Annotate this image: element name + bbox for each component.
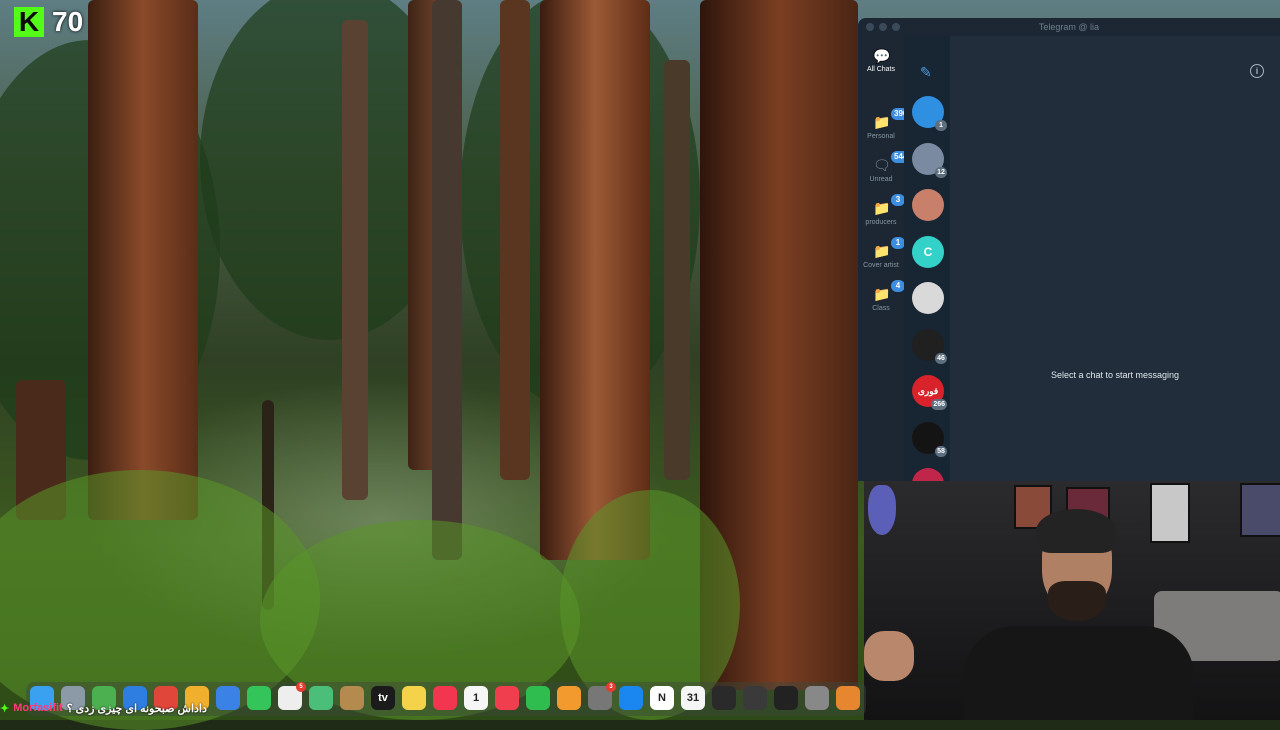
news-icon[interactable] xyxy=(495,686,519,710)
unity-icon[interactable] xyxy=(774,686,798,710)
dock-badge: 3 xyxy=(606,682,616,692)
logic-icon[interactable] xyxy=(712,686,736,710)
folder-label: All Chats xyxy=(866,66,895,73)
folder-label: Unread xyxy=(869,176,893,183)
chat-avatar[interactable]: 46 xyxy=(912,328,947,364)
folder-class[interactable]: 📁 4 Class xyxy=(858,280,905,312)
empty-chat-message: Select a chat to start messaging xyxy=(1050,370,1180,380)
mail-icon[interactable] xyxy=(216,686,240,710)
dock-icon-label: tv xyxy=(378,692,388,704)
dock-icon-label: 1 xyxy=(472,692,480,704)
chat-avatar[interactable]: C xyxy=(912,235,944,268)
folder-sidebar: 💬 All Chats 📁 396 Personal 🗨 544 Unread 📁 3… xyxy=(858,36,911,481)
viewer-count: 70 xyxy=(52,6,84,37)
chat-avatar-initial: فوری xyxy=(917,385,939,396)
dock-icon-label: N xyxy=(658,692,666,704)
info-icon[interactable]: i xyxy=(1250,64,1264,78)
chat-unread-badge: 46 xyxy=(935,352,947,364)
telegram-window: Telegram @ lia 💬 All Chats 📁 396 Personal… xyxy=(858,18,1280,481)
chat-avatar[interactable]: 1 xyxy=(912,96,947,131)
folder-icon: 📁 4 xyxy=(873,280,905,301)
folder-unread-badge: 3 xyxy=(891,194,905,206)
person-beanie xyxy=(1036,509,1116,553)
tree-trunk xyxy=(540,0,650,560)
chat-avatar[interactable] xyxy=(912,189,944,221)
chat-message: داداش صبحونه ای چیزی زدی ؟ xyxy=(66,702,207,715)
folder-personal[interactable]: 📁 396 Personal xyxy=(858,108,911,140)
fl-studio-icon[interactable] xyxy=(836,686,860,710)
chat-avatar[interactable] xyxy=(912,468,944,481)
folder-icon: 📁 3 xyxy=(873,194,905,215)
zoom-window-button[interactable] xyxy=(892,23,900,31)
webcam-feed xyxy=(864,481,1280,720)
tv-icon[interactable]: tv xyxy=(371,686,395,710)
tree-trunk xyxy=(664,60,690,480)
calendar31-icon[interactable]: 31 xyxy=(681,686,705,710)
chat-avatar[interactable] xyxy=(912,282,944,314)
person-hand xyxy=(864,631,914,681)
tree-trunk xyxy=(432,0,462,560)
dock-icon-label: 31 xyxy=(686,692,700,704)
chat-ticker: ✦ Morfasifit داداش صبحونه ای چیزی زدی ؟ xyxy=(0,700,207,716)
compressor-icon[interactable] xyxy=(805,686,829,710)
chat-username: Morfasifit xyxy=(13,702,63,714)
folder-unread-badge: 4 xyxy=(891,280,905,292)
folder-label: Class xyxy=(872,305,890,312)
folder-label: producers xyxy=(865,219,897,226)
kick-badge-icon: ✦ xyxy=(0,702,10,715)
tree-trunk xyxy=(88,0,198,520)
folder-producers[interactable]: 📁 3 producers xyxy=(858,194,905,226)
window-title: Telegram @ lia xyxy=(1038,22,1100,32)
folder-unread[interactable]: 🗨 544 Unread xyxy=(858,151,911,183)
folder-label: Personal xyxy=(867,133,895,140)
reminders-icon[interactable]: 5 xyxy=(278,682,306,710)
wall-poster xyxy=(1150,483,1190,543)
maps-icon[interactable] xyxy=(309,686,333,710)
chat-unread-badge: 12 xyxy=(935,166,947,178)
numbers-icon[interactable] xyxy=(526,686,550,710)
notes-icon[interactable] xyxy=(402,686,426,710)
chat-unread-badge: 58 xyxy=(935,445,947,457)
audio-icon[interactable] xyxy=(743,686,767,710)
chat-avatar[interactable]: 12 xyxy=(912,142,947,178)
compose-icon[interactable]: ✎ xyxy=(920,64,932,81)
kick-logo: K xyxy=(14,7,44,37)
dock-badge: 5 xyxy=(296,682,306,692)
folder-unread-badge: 1 xyxy=(891,237,905,249)
messages-icon[interactable] xyxy=(247,686,271,710)
pages-icon[interactable] xyxy=(557,686,581,710)
person-torso xyxy=(964,626,1194,720)
chats-icon: 💬 xyxy=(873,48,891,64)
folder-label: Cover artist xyxy=(863,262,899,269)
person-beard xyxy=(1048,581,1106,621)
chat-avatar[interactable]: فوری 266 xyxy=(912,375,947,410)
music-icon[interactable] xyxy=(433,686,457,710)
settings-icon[interactable]: 3 xyxy=(588,682,616,710)
window-controls xyxy=(866,23,900,31)
chat-list: ✎ 1 12 C 46 فوری 266 58 xyxy=(904,36,950,481)
chat-unread-badge: 266 xyxy=(931,399,947,410)
chat-pane: i Select a chat to start messaging xyxy=(950,36,1280,481)
calendar-icon[interactable]: 1 xyxy=(464,686,488,710)
chat-unread-badge: 1 xyxy=(935,120,947,131)
chat-avatar-initial: C xyxy=(923,244,933,259)
folder-icon: 📁 1 xyxy=(873,237,905,258)
window-titlebar[interactable]: Telegram @ lia xyxy=(858,18,1280,36)
app-store-icon[interactable] xyxy=(619,686,643,710)
folder-all-chats[interactable]: 💬 All Chats xyxy=(858,48,904,73)
chat-avatar[interactable]: 58 xyxy=(912,421,947,457)
tree-trunk xyxy=(500,0,530,480)
guitar xyxy=(868,485,896,535)
close-window-button[interactable] xyxy=(866,23,874,31)
box-icon[interactable] xyxy=(340,686,364,710)
wall-poster xyxy=(1240,483,1280,537)
stream-viewer-badge: K 70 xyxy=(14,6,83,38)
minimize-window-button[interactable] xyxy=(879,23,887,31)
notion-icon[interactable]: N xyxy=(650,686,674,710)
tree-trunk xyxy=(342,20,368,500)
chat-bubble-icon: 🗨 544 xyxy=(873,151,911,172)
folder-icon: 📁 396 xyxy=(873,108,911,129)
folder-cover-artist[interactable]: 📁 1 Cover artist xyxy=(858,237,905,269)
